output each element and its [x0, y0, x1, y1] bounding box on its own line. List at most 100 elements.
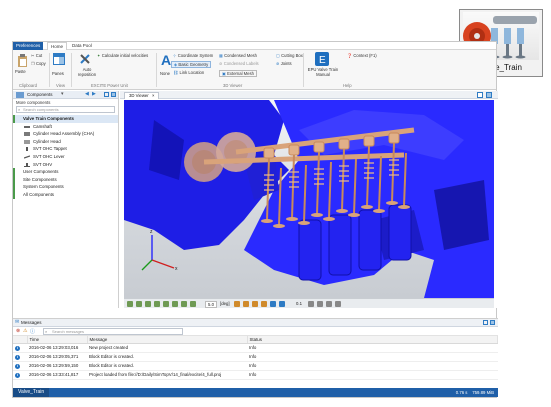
tab-data-pool[interactable]: Data Pool — [69, 42, 95, 50]
auto-reposition-button[interactable] — [79, 53, 91, 65]
status-memory: 759.89 MiB — [472, 390, 494, 395]
panes-button[interactable] — [53, 53, 65, 65]
tree-category-user[interactable]: User Components — [13, 168, 118, 176]
components-search-placeholder: Search components — [23, 107, 59, 112]
tree-category-site[interactable]: Site Components — [13, 175, 118, 184]
project-tab-valve-train[interactable]: Valve_Train — [13, 388, 50, 397]
coordinate-icon: ⊹ — [173, 53, 177, 58]
close-icon[interactable]: × — [152, 93, 155, 98]
column-header-message[interactable]: Message — [87, 336, 248, 344]
external-mesh-icon: ▣ — [222, 71, 226, 76]
tab-3d-viewer[interactable]: 3D Viewer × — [124, 92, 160, 99]
maximize-messages-icon[interactable] — [490, 320, 495, 325]
svg-text:x: x — [175, 266, 178, 272]
tree-section-valve-train[interactable]: Valve Train Components — [13, 115, 118, 123]
paste-button[interactable] — [17, 54, 28, 67]
view-iso-icon[interactable] — [181, 301, 187, 307]
info-filter-icon[interactable]: ⓘ — [30, 328, 35, 335]
minimize-panel-icon[interactable] — [104, 92, 109, 97]
search-icon: ⌕ — [45, 329, 48, 334]
components-search-input[interactable]: ⌕ Search components — [16, 106, 115, 113]
menu-preferences[interactable]: Preferences — [13, 42, 44, 50]
copy-button[interactable]: ❐ Copy — [31, 61, 46, 66]
back-arrow-icon[interactable]: ◀ — [85, 91, 89, 97]
zoom-in-icon[interactable] — [270, 301, 276, 307]
warning-filter-icon[interactable]: ⚠ — [23, 328, 27, 334]
coordinate-system-button[interactable]: ⊹ Coordinate System — [173, 53, 213, 58]
maximize-panel-icon[interactable] — [111, 92, 116, 97]
message-text: Block Editor is created. — [87, 352, 247, 362]
messages-panel: ✉ Messages ⊗ ⚠ ⓘ ⌕ Search messages Time … — [13, 318, 498, 389]
calculate-velocities-button[interactable]: ✦ Calculate initial velocities — [97, 53, 148, 58]
play-icon[interactable] — [326, 301, 332, 307]
cutting-box-button[interactable]: ▢ Cutting Box — [276, 53, 303, 58]
error-filter-icon[interactable]: ⊗ — [16, 328, 20, 334]
rotate-up-icon[interactable] — [252, 301, 258, 307]
link-location-button[interactable]: ⛓ Link Location — [173, 70, 204, 76]
message-time: 2016-02-06 13:29:59,150 — [27, 361, 87, 371]
info-icon: i — [15, 345, 20, 351]
tree-category-all[interactable]: All Components — [13, 190, 118, 199]
more-components-link[interactable]: More components — [13, 99, 118, 106]
camshaft-icon — [24, 125, 30, 128]
chevron-down-icon[interactable]: ▾ — [61, 91, 64, 97]
tab-home[interactable]: Home — [47, 42, 68, 50]
view-bottom-icon[interactable] — [154, 301, 160, 307]
copy-icon: ❐ — [31, 61, 35, 66]
step-back-icon[interactable] — [308, 301, 314, 307]
message-time: 2016-02-06 13:33:41,817 — [27, 370, 87, 380]
tree-item-svt-ohc-lever[interactable]: SVT OHC Lever — [13, 153, 118, 161]
lever-icon — [24, 155, 30, 159]
tree-category-system[interactable]: System Components — [13, 183, 118, 191]
none-label: None — [160, 71, 171, 76]
joints-label: Joints — [280, 61, 292, 66]
settings-icon[interactable] — [335, 301, 341, 307]
view-back-icon[interactable] — [136, 301, 142, 307]
table-row[interactable]: i 2016-02-06 13:33:41,817 Project loaded… — [13, 370, 498, 380]
external-mesh-button[interactable]: ▣ External Mesh — [219, 70, 257, 77]
table-row[interactable]: i 2016-02-06 13:29:05,371 Block Editor i… — [13, 352, 498, 362]
column-header-time[interactable]: Time — [27, 336, 88, 344]
zoom-out-icon[interactable] — [279, 301, 285, 307]
messages-search-placeholder: Search messages — [52, 329, 85, 334]
minimize-messages-icon[interactable] — [483, 320, 488, 325]
tree-item-camshaft[interactable]: Camshaft — [13, 123, 118, 131]
tree-item-cylinder-head[interactable]: Cylinder Head — [13, 138, 118, 146]
message-text: New project created — [87, 343, 247, 353]
angle-unit: [deg] — [220, 301, 230, 306]
view-left-icon[interactable] — [163, 301, 169, 307]
rotate-down-icon[interactable] — [261, 301, 267, 307]
cut-button[interactable]: ✂ Cut — [31, 53, 42, 58]
viewer-tab-label: 3D Viewer — [129, 93, 149, 98]
joints-button[interactable]: ⊚ Joints — [276, 61, 292, 66]
view-front-icon[interactable] — [127, 301, 133, 307]
basic-geometry-button[interactable]: ◈ Basic Geometry — [171, 61, 212, 68]
epu-manual-button[interactable]: E — [315, 52, 329, 66]
table-row[interactable]: i 2016-02-06 13:29:59,150 Block Editor i… — [13, 361, 498, 371]
step-forward-icon[interactable] — [317, 301, 323, 307]
condensed-labels-button[interactable]: ⊘ Condensed Labels — [219, 61, 259, 66]
view-top-icon[interactable] — [145, 301, 151, 307]
calculate-icon: ✦ — [97, 53, 101, 58]
forward-arrow-icon[interactable]: ▶ — [92, 91, 96, 97]
minimize-viewer-icon[interactable] — [477, 92, 483, 98]
rotation-angle-input[interactable]: 5.0 — [205, 301, 217, 308]
tree-item-svt-ohc-tappet[interactable]: SVT OHC Tappet — [13, 145, 118, 153]
messages-search-input[interactable]: ⌕ Search messages — [43, 328, 183, 335]
fit-view-icon[interactable] — [190, 301, 196, 307]
info-icon: i — [15, 354, 20, 360]
condensed-mesh-button[interactable]: ▦ Condensed Mesh — [219, 53, 257, 58]
maximize-viewer-icon[interactable] — [486, 92, 492, 98]
tree-item-svt-ohv[interactable]: SVT OHV — [13, 161, 118, 169]
message-status: Info — [247, 352, 498, 362]
tree-item-label: SVT OHC Tappet — [33, 146, 67, 152]
column-header-status[interactable]: Status — [247, 336, 498, 344]
rotate-left-icon[interactable] — [234, 301, 240, 307]
none-button[interactable]: A — [161, 52, 171, 68]
tree-item-cylinder-head-assembly[interactable]: Cylinder Head Assembly (CHA) — [13, 130, 118, 138]
rotate-right-icon[interactable] — [243, 301, 249, 307]
table-row[interactable]: i 2016-02-06 13:29:03,016 New project cr… — [13, 343, 498, 353]
view-right-icon[interactable] — [172, 301, 178, 307]
context-help-button[interactable]: ❓ Context (F1) — [347, 53, 377, 59]
3d-viewport[interactable]: z x — [124, 100, 494, 298]
